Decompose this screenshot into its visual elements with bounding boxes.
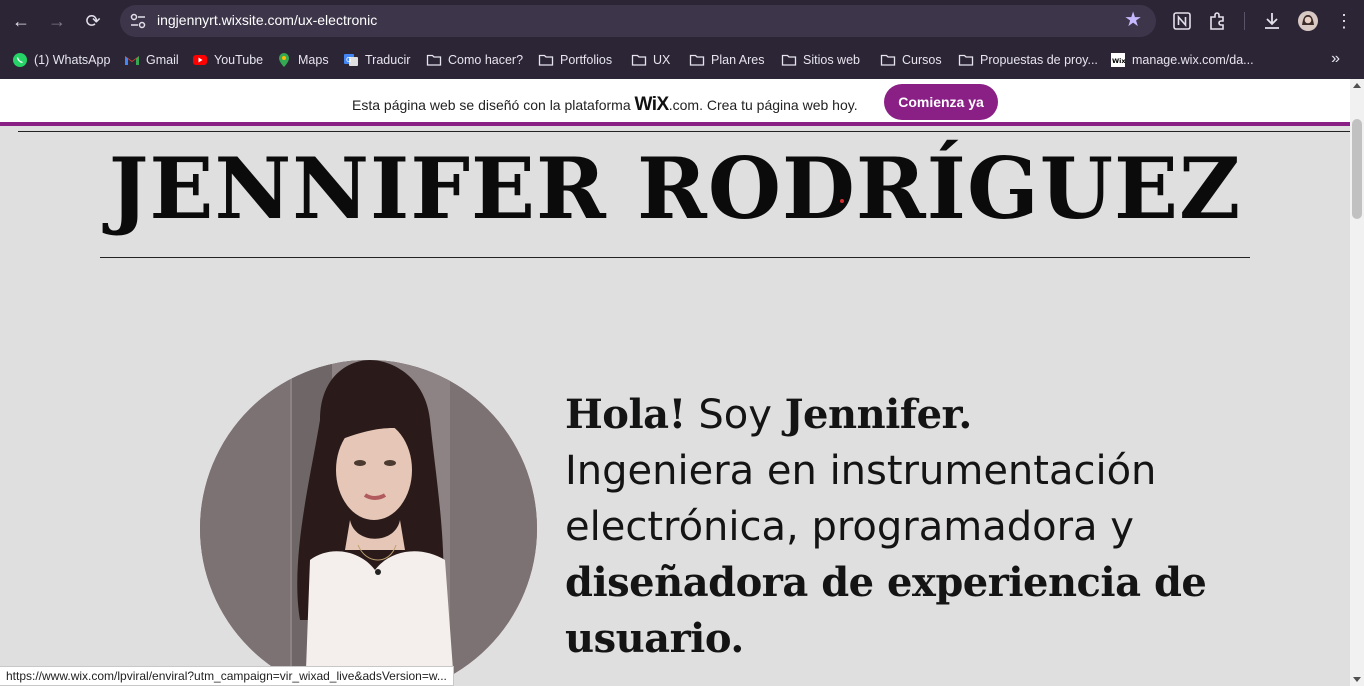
- folder-icon: [958, 54, 974, 66]
- bookmark-whatsapp[interactable]: (1) WhatsApp: [12, 50, 110, 70]
- bookmarks-bar: (1) WhatsApp Gmail YouTube Maps G Traduc…: [0, 42, 1364, 79]
- bookmark-cursos[interactable]: Cursos: [880, 50, 942, 70]
- bookmark-maps[interactable]: Maps: [276, 50, 329, 70]
- portrait-image: [200, 360, 537, 686]
- back-icon[interactable]: ←: [8, 8, 34, 34]
- bookmark-sitios-web[interactable]: Sitios web: [781, 50, 860, 70]
- folder-icon: [538, 54, 554, 66]
- notion-icon[interactable]: [1170, 9, 1194, 33]
- youtube-icon: [193, 55, 207, 65]
- intro-text: Hola! Soy Jennifer. Ingeniera en instrum…: [565, 387, 1265, 667]
- svg-text:Wix: Wix: [1112, 57, 1126, 65]
- scroll-up-arrow-icon[interactable]: [1353, 83, 1361, 88]
- bookmark-propuestas[interactable]: Propuestas de proy...: [958, 50, 1098, 70]
- wix-icon: Wix: [1111, 53, 1126, 67]
- extensions-icon[interactable]: [1206, 9, 1230, 33]
- bookmark-plan-ares[interactable]: Plan Ares: [689, 50, 765, 70]
- bookmark-portfolios[interactable]: Portfolios: [538, 50, 612, 70]
- profile-avatar[interactable]: [1296, 9, 1320, 33]
- url-text[interactable]: ingjennyrt.wixsite.com/ux-electronic: [157, 12, 377, 28]
- cursor-dot: [840, 199, 844, 203]
- folder-icon: [781, 54, 797, 66]
- whatsapp-icon: [13, 53, 27, 67]
- site-settings-icon[interactable]: [128, 11, 148, 31]
- toolbar-divider: [1244, 12, 1245, 30]
- gmail-icon: [125, 56, 139, 65]
- wix-banner-text: Esta página web se diseñó con la platafo…: [352, 94, 858, 115]
- comienza-ya-button[interactable]: Comienza ya: [884, 84, 998, 120]
- browser-toolbar: ← → ⟳ ingjennyrt.wixsite.com/ux-electron…: [0, 0, 1364, 42]
- bookmark-star-icon[interactable]: ★: [1124, 9, 1142, 31]
- page-viewport: Esta página web se diseñó con la platafo…: [0, 79, 1350, 686]
- header-divider-top: [18, 131, 1350, 132]
- intro-line-3: electrónica, programadora y: [565, 504, 1134, 550]
- bookmark-manage-wix[interactable]: Wix manage.wix.com/da...: [1110, 50, 1254, 70]
- header-divider-bottom: [100, 257, 1250, 258]
- forward-icon[interactable]: →: [44, 8, 70, 34]
- scroll-thumb[interactable]: [1352, 119, 1362, 219]
- more-bookmarks-icon[interactable]: »: [1331, 50, 1340, 68]
- wix-logo[interactable]: WiX: [635, 94, 670, 115]
- wix-promo-banner: Esta página web se diseñó con la platafo…: [0, 79, 1350, 126]
- profile-photo: [200, 360, 537, 686]
- intro-line-1: Hola! Soy Jennifer.: [565, 391, 972, 438]
- bookmark-traducir[interactable]: G Traducir: [343, 50, 410, 70]
- menu-kebab-icon[interactable]: ⋮: [1331, 8, 1357, 34]
- intro-line-2: Ingeniera en instrumentación: [565, 448, 1157, 494]
- folder-icon: [689, 54, 705, 66]
- bookmark-gmail[interactable]: Gmail: [124, 50, 179, 70]
- intro-line-5: usuario.: [565, 615, 744, 662]
- link-status-bar: https://www.wix.com/lpviral/enviral?utm_…: [0, 666, 454, 686]
- maps-icon: [279, 53, 289, 67]
- download-icon[interactable]: [1260, 9, 1284, 33]
- svg-text:G: G: [346, 56, 351, 64]
- address-bar[interactable]: ingjennyrt.wixsite.com/ux-electronic ★: [120, 5, 1156, 37]
- page-scrollbar[interactable]: [1350, 79, 1364, 686]
- folder-icon: [880, 54, 896, 66]
- scroll-down-arrow-icon[interactable]: [1353, 677, 1361, 682]
- bookmark-ux[interactable]: UX: [631, 50, 670, 70]
- reload-icon[interactable]: ⟳: [80, 8, 106, 34]
- site-title: JENNIFER RODRÍGUEZ: [108, 139, 1242, 238]
- bookmark-como-hacer[interactable]: Como hacer?: [426, 50, 523, 70]
- translate-icon: G: [344, 54, 358, 66]
- bookmark-youtube[interactable]: YouTube: [192, 50, 263, 70]
- folder-icon: [426, 54, 442, 66]
- folder-icon: [631, 54, 647, 66]
- intro-line-4: diseñadora de experiencia de: [565, 559, 1207, 606]
